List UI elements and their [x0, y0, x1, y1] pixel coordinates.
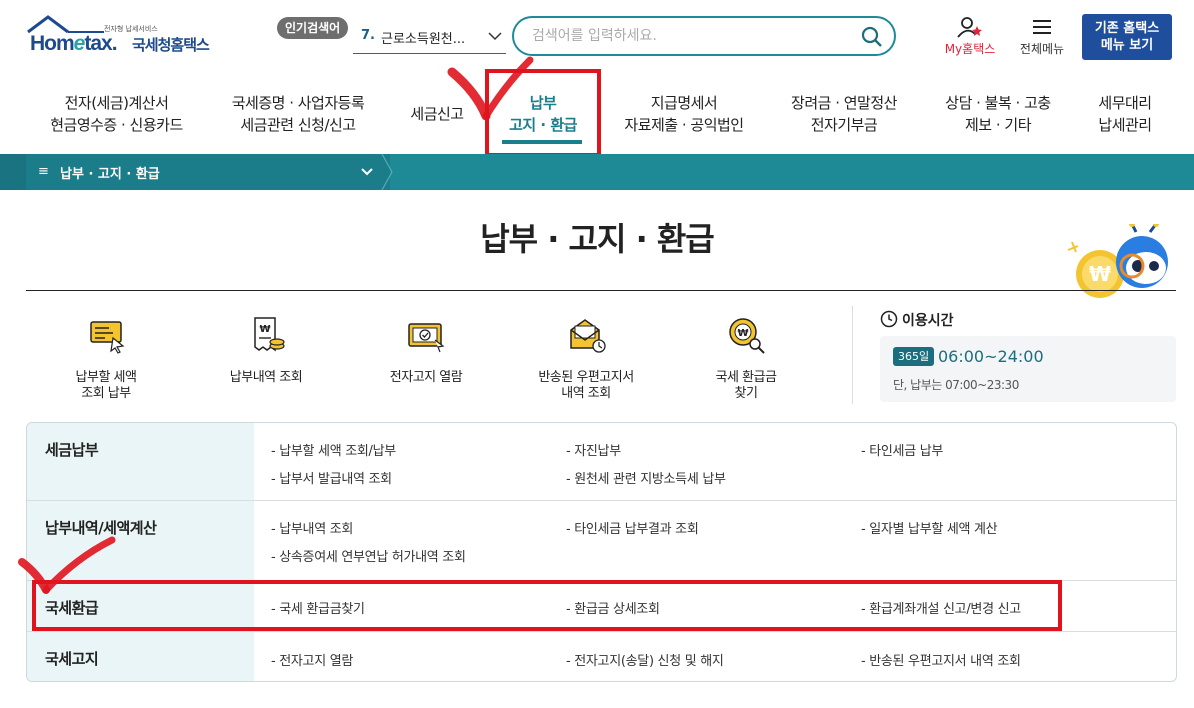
popular-rank: 7.	[361, 28, 375, 43]
quick-link-returned-mail[interactable]: 반송된 우편고지서 내역 조회	[516, 312, 656, 402]
svg-text:₩: ₩	[1089, 262, 1111, 286]
logo-korean-name: 국세청홈택스	[132, 36, 210, 54]
menu-link[interactable]: - 자진납부	[566, 440, 621, 459]
hours-note: 단, 납부는 07:00~23:30	[893, 378, 1019, 392]
gnb-statement-submission[interactable]: 지급명세서 자료제출 · 공익법인	[614, 92, 754, 136]
chevron-down-icon	[488, 32, 502, 41]
returned-mail-icon	[570, 319, 606, 353]
row-title: 세금납부	[45, 441, 99, 459]
mascot-coin-icon: ₩	[1067, 224, 1168, 298]
svg-text:₩: ₩	[259, 324, 270, 335]
gnb-consult-appeal[interactable]: 상담 · 불복 · 고충 제보 · 기타	[934, 92, 1062, 136]
highlight-box-refund	[32, 580, 1062, 631]
service-hours-box: 365일 06:00~24:00 단, 납부는 07:00~23:30	[880, 336, 1176, 402]
hometax-label: 홈택스	[962, 42, 996, 56]
hours-badge: 365일	[893, 347, 935, 366]
red-brush-stroke	[447, 56, 534, 120]
menu-link[interactable]: - 전자고지(송달) 신청 및 해지	[566, 650, 724, 669]
gnb-incentive-yearend[interactable]: 장려금 · 연말정산 전자기부금	[782, 92, 906, 136]
hometax-logo[interactable]: 전자형 납세서비스 Hometax. 국세청홈택스	[26, 14, 226, 58]
header: 전자형 납세서비스 Hometax. 국세청홈택스 인기검색어 7. 근로소득원…	[0, 0, 1194, 75]
old-menu-button[interactable]: 기존 홈택스 메뉴 보기	[1082, 14, 1172, 60]
menu-link[interactable]: - 전자고지 열람	[271, 650, 353, 669]
refund-search-icon: ₩	[729, 318, 765, 354]
quick-link-refund-search[interactable]: ₩ 국세 환급금 찾기	[676, 312, 816, 402]
search-icon[interactable]	[860, 25, 884, 49]
quick-link-e-notice[interactable]: 전자고지 열람	[356, 312, 496, 386]
menu-row-tax-payment: 세금납부 - 납부할 세액 조회/납부 - 자진납부 - 타인세금 납부 - 납…	[27, 423, 1176, 501]
e-notice-icon	[408, 323, 445, 353]
menu-link[interactable]: - 반송된 우편고지서 내역 조회	[861, 650, 1021, 669]
all-menu-button[interactable]: 전체메뉴	[1012, 16, 1072, 60]
list-icon: ≡	[38, 164, 49, 179]
hamburger-menu-icon	[1033, 20, 1051, 34]
menu-link[interactable]: - 타인세금 납부	[861, 440, 943, 459]
hours-time: 06:00~24:00	[938, 347, 1044, 366]
sub-menu-table: 세금납부 - 납부할 세액 조회/납부 - 자진납부 - 타인세금 납부 - 납…	[26, 422, 1177, 682]
quick-link-payment-history[interactable]: ₩ 납부내역 조회	[196, 312, 336, 386]
search-box	[512, 16, 896, 56]
menu-link[interactable]: - 타인세금 납부결과 조회	[566, 518, 699, 537]
popular-keyword: 근로소득원천...	[381, 32, 466, 47]
page-title: 납부 · 고지 · 환급	[480, 220, 715, 258]
my-label: My	[944, 42, 963, 56]
service-hours-title: 이용시간	[880, 310, 954, 330]
clock-icon	[880, 310, 898, 328]
title-divider	[26, 290, 1176, 291]
svg-text:₩: ₩	[737, 328, 748, 339]
vertical-divider	[852, 306, 853, 404]
menu-link[interactable]: - 상속증여세 연부연납 허가내역 조회	[271, 546, 466, 565]
menu-link[interactable]: - 원천세 관련 지방소득세 납부	[566, 468, 726, 487]
gnb-tax-agent[interactable]: 세무대리 납세관리	[1090, 92, 1160, 136]
popular-search-dropdown[interactable]: 7. 근로소득원천...	[353, 22, 506, 54]
menu-row-payment-history: 납부내역/세액계산 - 납부내역 조회 - 타인세금 납부결과 조회 - 일자별…	[27, 501, 1176, 581]
menu-link[interactable]: - 납부서 발급내역 조회	[271, 468, 392, 487]
quick-link-tax-due[interactable]: 납부할 세액 조회 납부	[36, 312, 176, 402]
menu-link[interactable]: - 납부내역 조회	[271, 518, 353, 537]
row-title: 국세고지	[45, 650, 99, 668]
old-menu-line1: 기존 홈택스	[1094, 21, 1160, 36]
popular-search-badge: 인기검색어	[277, 17, 349, 39]
menu-row-tax-notice: 국세고지 - 전자고지 열람 - 전자고지(송달) 신청 및 해지 - 반송된 …	[27, 632, 1176, 681]
user-star-icon	[957, 17, 982, 38]
logo-wordmark: Hometax.	[30, 32, 118, 55]
tax-screen-icon	[90, 321, 125, 354]
red-brush-stroke	[18, 536, 116, 594]
breadcrumb: ≡ 납부 · 고지 · 환급	[0, 154, 1194, 190]
house-logo-icon	[27, 15, 104, 34]
my-hometax-button[interactable]: My홈택스	[938, 16, 1002, 60]
all-menu-label: 전체메뉴	[1019, 42, 1065, 56]
chevron-down-icon	[361, 168, 373, 176]
gnb-certificate[interactable]: 국세증명 · 사업자등록 세금관련 신청/신고	[222, 92, 374, 136]
menu-link[interactable]: - 일자별 납부할 세액 계산	[861, 518, 998, 537]
breadcrumb-separator	[381, 154, 393, 190]
breadcrumb-current[interactable]: ≡ 납부 · 고지 · 환급	[26, 154, 390, 190]
search-input[interactable]	[532, 26, 852, 46]
receipt-coins-icon: ₩	[254, 317, 285, 352]
breadcrumb-label: 납부 · 고지 · 환급	[60, 167, 160, 182]
gnb-e-invoice[interactable]: 전자(세금)계산서 현금영수증 · 신용카드	[44, 92, 189, 136]
menu-link[interactable]: - 납부할 세액 조회/납부	[271, 440, 396, 459]
old-menu-line2: 메뉴 보기	[1100, 38, 1154, 53]
